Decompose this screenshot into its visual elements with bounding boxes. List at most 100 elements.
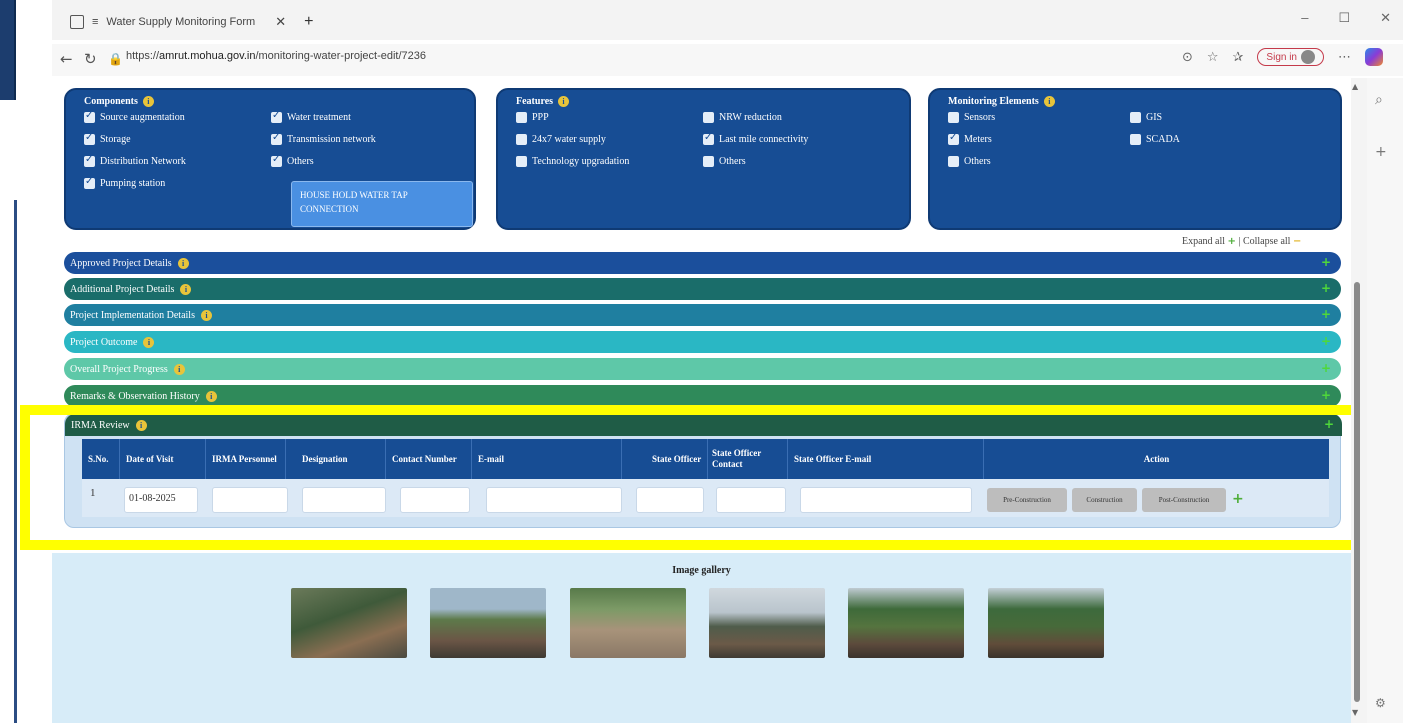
site-info-icon[interactable]: ⊙ bbox=[1182, 50, 1193, 65]
section-additional-project-details[interactable]: Additional Project Details i + bbox=[64, 278, 1341, 300]
collapse-minus-icon[interactable]: − bbox=[1293, 236, 1301, 247]
refresh-icon[interactable]: ↻ bbox=[84, 50, 97, 68]
url-field[interactable]: https://amrut.mohua.gov.in/monitoring-wa… bbox=[126, 50, 426, 62]
checkbox-technology-upgradation[interactable]: Technology upgradation bbox=[516, 156, 629, 167]
section-remarks-observation-history[interactable]: Remarks & Observation History i + bbox=[64, 385, 1341, 407]
window-controls: – ☐ ✕ bbox=[1301, 10, 1391, 26]
checkbox-icon[interactable] bbox=[271, 154, 282, 167]
tab-close-icon[interactable]: ✕ bbox=[275, 14, 286, 30]
checkbox-nrw-reduction[interactable]: NRW reduction bbox=[703, 112, 782, 123]
window-close-icon[interactable]: ✕ bbox=[1380, 10, 1391, 26]
section-approved-project-details[interactable]: Approved Project Details i + bbox=[64, 252, 1341, 274]
checkbox-sensors[interactable]: Sensors bbox=[948, 112, 995, 123]
maximize-icon[interactable]: ☐ bbox=[1338, 10, 1350, 26]
section-overall-project-progress[interactable]: Overall Project Progress i + bbox=[64, 358, 1341, 380]
tab-title: Water Supply Monitoring Form bbox=[106, 16, 256, 28]
checkbox-icon[interactable] bbox=[516, 134, 527, 145]
checkbox-meters[interactable]: Meters bbox=[948, 132, 992, 145]
checkbox-pumping-station[interactable]: Pumping station bbox=[84, 176, 165, 189]
checkbox-icon[interactable] bbox=[948, 112, 959, 123]
section-project-outcome[interactable]: Project Outcome i + bbox=[64, 331, 1341, 353]
checkbox-icon[interactable] bbox=[271, 132, 282, 145]
checkbox-distribution-network[interactable]: Distribution Network bbox=[84, 154, 186, 167]
components-title: Components i bbox=[84, 96, 154, 107]
expand-section-icon[interactable]: + bbox=[1319, 388, 1333, 402]
info-icon[interactable]: i bbox=[177, 257, 189, 269]
sidebar-add-icon[interactable]: + bbox=[1375, 144, 1387, 160]
info-icon[interactable]: i bbox=[1043, 96, 1055, 107]
checkbox-icon[interactable] bbox=[703, 112, 714, 123]
checkbox-icon[interactable] bbox=[1130, 112, 1141, 123]
sidebar-settings-icon[interactable]: ⚙ bbox=[1375, 696, 1386, 710]
info-icon[interactable]: i bbox=[143, 336, 155, 348]
image-gallery: Image gallery bbox=[52, 553, 1351, 723]
url-prefix: https:// bbox=[126, 50, 160, 62]
info-icon[interactable]: i bbox=[558, 96, 570, 107]
left-edge-bar bbox=[0, 0, 16, 100]
collapse-all-link[interactable]: Collapse all bbox=[1243, 236, 1291, 247]
tab-actions-icon[interactable] bbox=[70, 15, 84, 29]
info-icon[interactable]: i bbox=[180, 283, 192, 295]
checkbox-ppp[interactable]: PPP bbox=[516, 112, 549, 123]
checkbox-monitoring-others[interactable]: Others bbox=[948, 156, 991, 167]
info-icon[interactable]: i bbox=[200, 309, 212, 321]
copilot-icon[interactable] bbox=[1365, 48, 1383, 66]
checkbox-icon[interactable] bbox=[948, 156, 959, 167]
checkbox-source-augmentation[interactable]: Source augmentation bbox=[84, 110, 185, 123]
monitoring-title: Monitoring Elements i bbox=[948, 96, 1055, 107]
favorites-icon[interactable]: ✰ bbox=[1233, 50, 1244, 65]
gallery-image-3[interactable] bbox=[570, 588, 686, 658]
checkbox-storage[interactable]: Storage bbox=[84, 132, 131, 145]
components-others-input[interactable]: HOUSE HOLD WATER TAP CONNECTION bbox=[291, 181, 473, 227]
checkbox-gis[interactable]: GIS bbox=[1130, 112, 1162, 123]
minimize-icon[interactable]: – bbox=[1301, 10, 1308, 26]
info-icon[interactable]: i bbox=[173, 363, 185, 375]
checkbox-icon[interactable] bbox=[1130, 134, 1141, 145]
gallery-image-1[interactable] bbox=[291, 588, 407, 658]
checkbox-water-treatment[interactable]: Water treatment bbox=[271, 110, 351, 123]
checkbox-icon[interactable] bbox=[84, 176, 95, 189]
info-icon[interactable]: i bbox=[142, 96, 154, 107]
expand-section-icon[interactable]: + bbox=[1319, 281, 1333, 295]
checkbox-24x7-water-supply[interactable]: 24x7 water supply bbox=[516, 134, 606, 145]
gallery-image-2[interactable] bbox=[430, 588, 546, 658]
checkbox-icon[interactable] bbox=[271, 110, 282, 123]
scrollbar-thumb[interactable] bbox=[1354, 282, 1360, 702]
checkbox-others[interactable]: Others bbox=[271, 154, 314, 167]
checkbox-last-mile-connectivity[interactable]: Last mile connectivity bbox=[703, 132, 808, 145]
section-project-implementation-details[interactable]: Project Implementation Details i + bbox=[64, 304, 1341, 326]
expand-section-icon[interactable]: + bbox=[1319, 334, 1333, 348]
checkbox-transmission-network[interactable]: Transmission network bbox=[271, 132, 376, 145]
back-icon[interactable]: ← bbox=[60, 50, 73, 68]
checkbox-icon[interactable] bbox=[84, 132, 95, 145]
checkbox-icon[interactable] bbox=[516, 112, 527, 123]
checkbox-icon[interactable] bbox=[84, 110, 95, 123]
lock-icon[interactable]: 🔒 bbox=[108, 52, 123, 66]
scroll-down-icon[interactable]: ▼ bbox=[1352, 708, 1358, 717]
browser-tab[interactable]: ≡ Water Supply Monitoring Form ✕ + bbox=[70, 10, 313, 34]
gallery-image-6[interactable] bbox=[988, 588, 1104, 658]
sign-in-button[interactable]: Sign in bbox=[1257, 48, 1324, 66]
scroll-up-icon[interactable]: ▲ bbox=[1352, 82, 1358, 91]
sidebar-search-icon[interactable]: ⌕ bbox=[1375, 92, 1383, 108]
gallery-image-4[interactable] bbox=[709, 588, 825, 658]
new-tab-icon[interactable]: + bbox=[304, 13, 313, 31]
browser-sidebar: ⌕ + ⚙ bbox=[1367, 78, 1403, 723]
checkbox-icon[interactable] bbox=[703, 132, 714, 145]
more-menu-icon[interactable]: ⋯ bbox=[1338, 50, 1351, 65]
checkbox-features-others[interactable]: Others bbox=[703, 156, 746, 167]
info-icon[interactable]: i bbox=[205, 390, 217, 402]
expand-section-icon[interactable]: + bbox=[1319, 361, 1333, 375]
checkbox-icon[interactable] bbox=[703, 156, 714, 167]
expand-section-icon[interactable]: + bbox=[1319, 255, 1333, 269]
checkbox-icon[interactable] bbox=[84, 154, 95, 167]
checkbox-icon[interactable] bbox=[948, 132, 959, 145]
checkbox-scada[interactable]: SCADA bbox=[1130, 134, 1180, 145]
checkbox-icon[interactable] bbox=[516, 156, 527, 167]
expand-all-link[interactable]: Expand all bbox=[1182, 236, 1225, 247]
left-edge-line bbox=[14, 200, 17, 723]
gallery-image-5[interactable] bbox=[848, 588, 964, 658]
expand-plus-icon[interactable]: + bbox=[1228, 236, 1236, 247]
favorite-star-icon[interactable]: ☆ bbox=[1207, 50, 1219, 65]
expand-section-icon[interactable]: + bbox=[1319, 307, 1333, 321]
